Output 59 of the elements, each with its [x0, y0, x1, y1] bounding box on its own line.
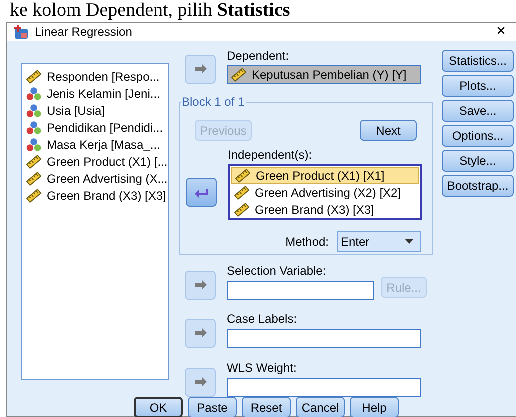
dropdown-caret-icon: [405, 239, 414, 244]
arrow-icon: [192, 326, 209, 341]
dialog-button[interactable]: Cancel: [296, 397, 345, 417]
dialog-button[interactable]: Save...: [442, 100, 514, 122]
arrow-icon: [192, 375, 209, 390]
dialog-button[interactable]: Style...: [442, 150, 514, 172]
block-title: Block 1 of 1: [181, 95, 246, 109]
move-arrow-button[interactable]: [186, 178, 217, 206]
independents-list[interactable]: Green Product (X1) [X1] Green Advertising (X2) [X2] Green Brand (X3) [X3]: [228, 164, 422, 220]
variable-item[interactable]: Responden [Respo...: [47, 70, 160, 84]
ruler-icon: [231, 68, 247, 82]
method-label: Method:: [286, 234, 329, 248]
ruler-icon: [26, 172, 42, 186]
dialog-button[interactable]: Bootstrap...: [442, 175, 514, 197]
independents-label: Independent(s):: [228, 149, 314, 162]
ruler-icon: [234, 186, 250, 200]
dialog-button[interactable]: Options...: [442, 125, 514, 147]
dialog-button[interactable]: Reset: [242, 397, 291, 417]
independent-item[interactable]: Green Product (X1) [X1]: [231, 167, 419, 184]
arrow-icon: [192, 278, 209, 293]
nominal-icon: [26, 120, 42, 134]
ruler-icon: [234, 202, 250, 216]
variable-list[interactable]: Responden [Respo... Jenis Kelamin [Jeni... Usia [Usia] Pendidikan [Pendidi... Masa Kerja [Masa_... Green Product (X1) [... Green Advertising (X... Green Brand (X3) [X3]: [21, 63, 169, 380]
dialog-button[interactable]: Paste: [188, 397, 237, 417]
dependent-field[interactable]: Keputusan Pembelian (Y) [Y]: [227, 65, 421, 84]
independent-item[interactable]: Green Advertising (X2) [X2]: [231, 184, 419, 201]
variable-item[interactable]: Jenis Kelamin [Jeni...: [47, 86, 160, 100]
ruler-icon: [235, 168, 251, 182]
variable-item[interactable]: Green Brand (X3) [X3]: [47, 188, 166, 202]
dialog-button[interactable]: Plots...: [442, 75, 514, 97]
arrow-icon: [192, 62, 209, 77]
selection-variable-field[interactable]: [227, 281, 374, 300]
nominal-icon: [26, 138, 42, 152]
nominal-icon: [26, 86, 42, 100]
case-labels-label: Case Labels:: [227, 313, 298, 326]
nominal-icon: [26, 104, 42, 118]
selection-variable-label: Selection Variable:: [227, 265, 328, 278]
next-button[interactable]: Next: [360, 120, 417, 141]
wls-weight-label: WLS Weight:: [227, 362, 298, 375]
independent-item[interactable]: Green Brand (X3) [X3]: [231, 201, 419, 218]
ruler-icon: [26, 154, 42, 168]
case-labels-field[interactable]: [227, 329, 421, 348]
ruler-icon: [26, 70, 42, 84]
dialog-button[interactable]: Statistics...: [442, 50, 514, 72]
ruler-icon: [26, 188, 42, 202]
variable-item[interactable]: Green Advertising (X...: [47, 172, 168, 186]
caption-text: ke kolom Dependent, pilih Statistics: [10, 0, 290, 22]
wls-weight-field[interactable]: [227, 378, 421, 397]
dialog-button[interactable]: Help: [350, 397, 399, 417]
variable-item[interactable]: Masa Kerja [Masa_...: [47, 138, 160, 152]
variable-item[interactable]: Pendidikan [Pendidi...: [47, 120, 164, 134]
app-icon: [13, 24, 29, 40]
method-dropdown[interactable]: Enter: [337, 231, 421, 252]
dialog-button[interactable]: OK: [134, 397, 183, 417]
window-title: Linear Regression: [35, 25, 134, 39]
variable-item[interactable]: Usia [Usia]: [47, 104, 106, 118]
dependent-label: Dependent:: [227, 50, 290, 63]
close-button[interactable]: ×: [494, 23, 508, 41]
variable-item[interactable]: Green Product (X1) [...: [47, 154, 168, 168]
